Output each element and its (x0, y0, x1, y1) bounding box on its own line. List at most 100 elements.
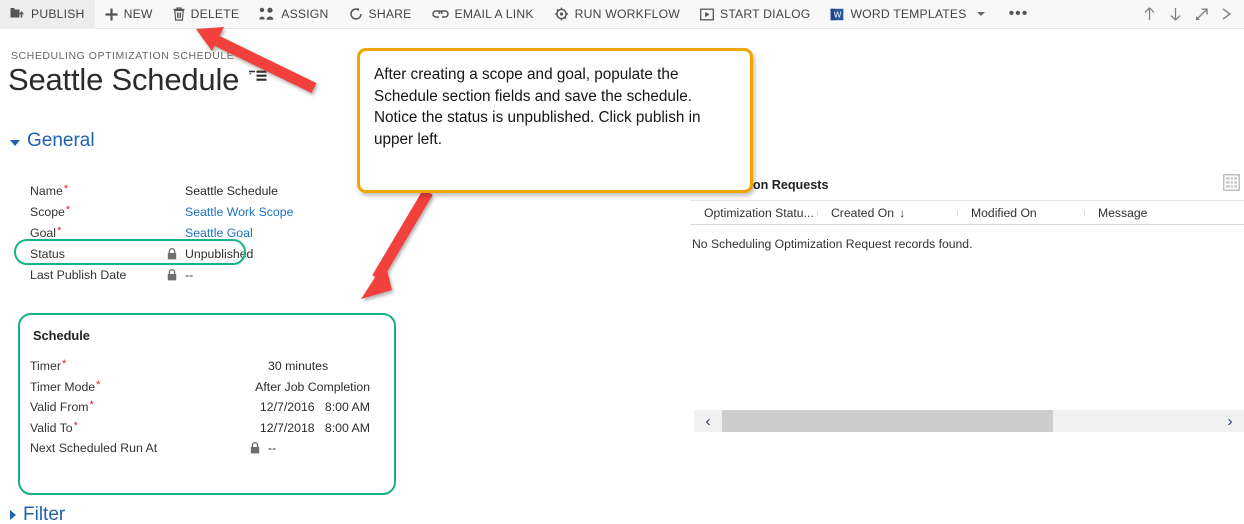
section-header-filter[interactable]: Filter (10, 504, 65, 524)
email-a-link-button[interactable]: EMAIL A LINK (422, 0, 544, 29)
field-label: Goal * (30, 224, 62, 240)
required-asterisk: * (63, 182, 69, 195)
start-dialog-button[interactable]: START DIALOG (690, 0, 820, 29)
lock-icon (250, 442, 268, 454)
new-button[interactable]: NEW (95, 0, 163, 29)
field-row-timer-mode: Timer Mode * After Job Completion (30, 377, 370, 398)
chevron-down-icon (10, 140, 20, 146)
command-bar-right-icons (1136, 0, 1244, 29)
lock-icon (167, 268, 185, 281)
grid-horizontal-scrollbar[interactable]: ‹ › (694, 410, 1244, 432)
column-header-created-on[interactable]: Created On ↓ (817, 206, 957, 220)
field-row-next-scheduled-run-at: Next Scheduled Run At -- (30, 438, 370, 459)
field-value-scope[interactable]: Seattle Work Scope (185, 205, 293, 219)
optimization-requests-panel: Optimization Requests Optimization Statu… (690, 170, 1244, 251)
delete-button[interactable]: DELETE (163, 0, 250, 29)
word-doc-icon: W (830, 8, 844, 21)
delete-label: DELETE (190, 6, 240, 21)
svg-text:W: W (834, 10, 842, 19)
popout-window-icon[interactable] (1188, 0, 1214, 29)
required-asterisk: * (56, 224, 62, 237)
required-asterisk: * (73, 419, 78, 432)
field-row-scope: Scope * Seattle Work Scope (30, 201, 330, 222)
field-value-name[interactable]: Seattle Schedule (185, 184, 278, 198)
link-icon (431, 8, 449, 20)
column-header-message[interactable]: Message (1084, 206, 1244, 220)
command-bar: PUBLISH NEW DELETE ASSIGN SHARE EMAIL A … (0, 0, 1244, 29)
grid-empty-message: No Scheduling Optimization Request recor… (692, 237, 973, 251)
publish-icon (10, 7, 25, 21)
grid-view-icon[interactable] (1223, 174, 1240, 196)
field-value-timer-mode[interactable]: After Job Completion (255, 380, 370, 394)
scroll-left-chevron-icon[interactable]: ‹ (694, 414, 722, 429)
play-box-icon (700, 8, 714, 21)
field-value-goal[interactable]: Seattle Goal (185, 226, 253, 240)
run-workflow-label: RUN WORKFLOW (574, 6, 680, 21)
field-value-valid-to[interactable]: 12/7/2018 8:00 AM (260, 421, 370, 435)
workflow-gear-icon (554, 7, 569, 21)
crm-record-form-page: PUBLISH NEW DELETE ASSIGN SHARE EMAIL A … (0, 0, 1244, 524)
lock-icon (167, 247, 185, 260)
page-title-row: Seattle Schedule (8, 62, 267, 98)
run-workflow-button[interactable]: RUN WORKFLOW (544, 0, 690, 29)
word-templates-button[interactable]: W WORD TEMPLATES (820, 0, 994, 29)
field-label: Timer Mode * (30, 378, 101, 394)
general-fields-list: Name * Seattle Schedule Scope * Seattle Wo… (30, 180, 330, 285)
word-templates-label: WORD TEMPLATES (850, 6, 967, 21)
new-label: NEW (123, 6, 153, 21)
field-value-status: Unpublished (185, 246, 254, 261)
field-value-timer[interactable]: 30 minutes (268, 359, 328, 373)
publish-button[interactable]: PUBLISH (0, 0, 95, 29)
scroll-right-chevron-icon[interactable]: › (1216, 414, 1244, 429)
required-asterisk: * (96, 378, 101, 391)
field-row-status: Status Unpublished (30, 243, 330, 264)
section-general-label: General (27, 130, 95, 151)
field-label: Valid From * (30, 399, 94, 415)
column-header-modified-on[interactable]: Modified On (957, 206, 1084, 220)
field-row-valid-from: Valid From * 12/7/2016 8:00 AM (30, 397, 370, 418)
scrollbar-thumb[interactable] (722, 410, 1053, 432)
field-value-next-scheduled-run-at: -- (268, 441, 277, 456)
start-dialog-label: START DIALOG (719, 6, 811, 21)
overflow-ellipsis-icon[interactable]: ••• (995, 0, 1043, 29)
instruction-callout-text: After creating a scope and goal, populat… (374, 66, 701, 149)
record-set-dropdown-icon[interactable] (248, 69, 267, 89)
close-icon[interactable] (1214, 0, 1240, 29)
field-row-timer: Timer * 30 minutes (30, 356, 370, 377)
scrollbar-track[interactable] (722, 410, 1216, 432)
required-asterisk: * (61, 358, 67, 371)
field-value-valid-from[interactable]: 12/7/2016 8:00 AM (260, 400, 370, 414)
schedule-fields-list: Timer * 30 minutes Timer Mode * After Job … (30, 356, 370, 459)
required-asterisk: * (89, 399, 94, 412)
plus-icon (105, 8, 118, 21)
field-row-goal: Goal * Seattle Goal (30, 222, 330, 243)
grid-column-headers: Optimization Statu... Created On ↓ Modifi… (690, 200, 1244, 225)
schedule-section-title: Schedule (33, 328, 90, 343)
field-label: Last Publish Date (30, 267, 127, 282)
field-value-last-publish-date: -- (185, 267, 194, 282)
chevron-down-icon (976, 12, 985, 16)
share-label: SHARE (368, 6, 412, 21)
required-asterisk: * (65, 203, 71, 216)
next-record-down-arrow-icon[interactable] (1162, 0, 1188, 29)
publish-label: PUBLISH (31, 6, 85, 21)
optimization-requests-header: Optimization Requests (690, 170, 1244, 200)
assign-button[interactable]: ASSIGN (249, 0, 338, 29)
field-label: Timer * (30, 358, 67, 374)
field-label: Scope * (30, 203, 71, 219)
field-row-last-publish-date: Last Publish Date -- (30, 264, 330, 285)
breadcrumb[interactable]: SCHEDULING OPTIMIZATION SCHEDULE (11, 50, 234, 62)
annotation-arrow-to-schedule (361, 189, 433, 299)
section-header-general[interactable]: General (10, 130, 95, 152)
share-button[interactable]: SHARE (339, 0, 422, 29)
share-circle-icon (349, 7, 363, 21)
column-header-optimization-status[interactable]: Optimization Statu... (690, 206, 817, 220)
chevron-right-icon (10, 510, 16, 520)
field-label: Name * (30, 182, 69, 198)
previous-record-up-arrow-icon[interactable] (1136, 0, 1162, 29)
trash-icon (173, 7, 185, 21)
field-label: Next Scheduled Run At (30, 441, 158, 456)
email-a-link-label: EMAIL A LINK (454, 6, 534, 21)
section-filter-label: Filter (23, 504, 66, 524)
field-row-valid-to: Valid To * 12/7/2018 8:00 AM (30, 418, 370, 439)
